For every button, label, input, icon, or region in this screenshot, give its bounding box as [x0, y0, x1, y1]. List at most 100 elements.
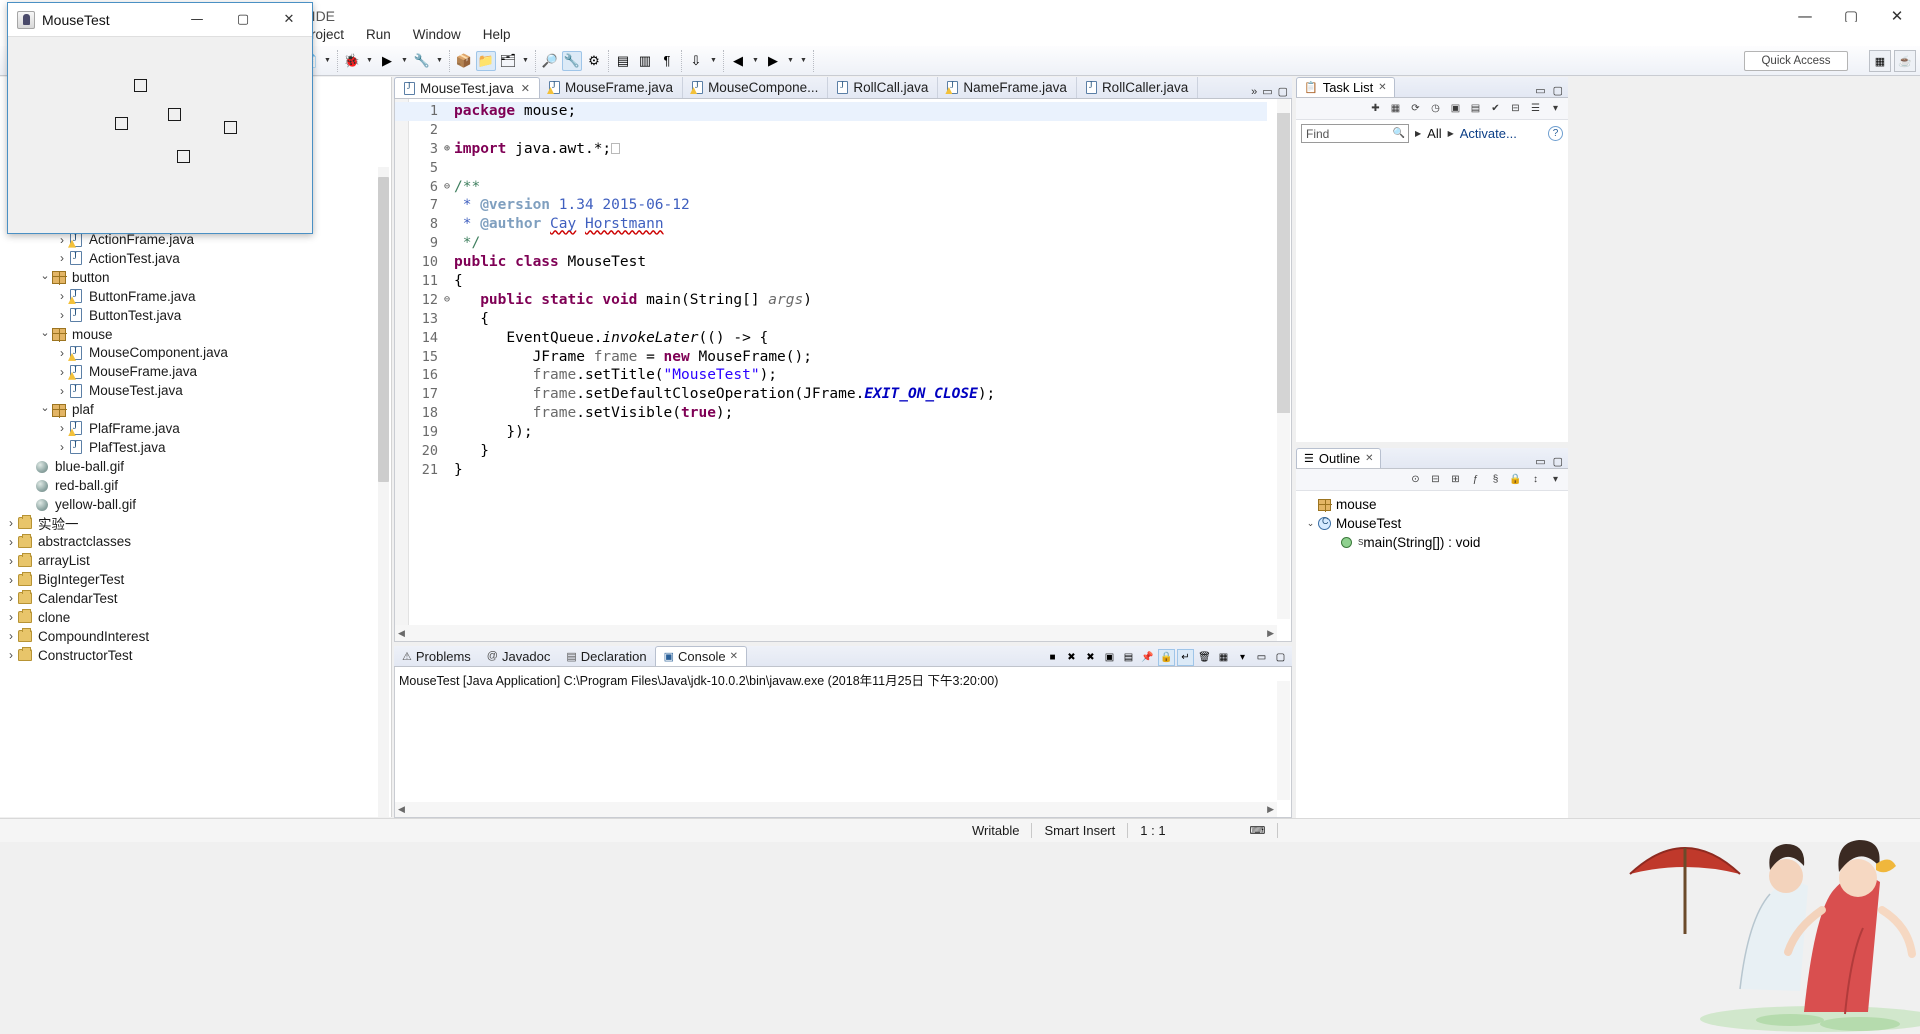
code-line[interactable]: 12 ⊖ public static void main(String[] arg… — [395, 291, 1267, 310]
outline-item[interactable]: Smain(String[]) : void — [1296, 533, 1568, 552]
open-task-icon[interactable]: ⚙ — [584, 51, 604, 71]
chevron-double-right-icon[interactable]: » — [1251, 86, 1257, 98]
chevron-right-icon[interactable] — [4, 573, 18, 587]
filter-complete-icon[interactable]: ✔ — [1487, 100, 1504, 117]
chevron-right-icon[interactable] — [55, 346, 69, 360]
menu-run[interactable]: Run — [355, 25, 402, 44]
code-line[interactable]: 21} — [395, 461, 1267, 480]
chevron-down-icon[interactable]: ▼ — [798, 57, 809, 64]
collapse-all-icon[interactable]: ⊟ — [1427, 471, 1444, 488]
chevron-right-icon[interactable] — [4, 648, 18, 662]
code-fold-toggle-icon[interactable]: ⊖ — [442, 291, 452, 310]
synchronize-icon[interactable]: ⟳ — [1407, 100, 1424, 117]
mouse-square[interactable] — [134, 79, 147, 92]
chevron-right-icon[interactable]: ▶ — [1415, 129, 1421, 138]
chevron-down-icon[interactable]: ▼ — [520, 57, 531, 64]
view-menu-icon[interactable]: ▾ — [1547, 100, 1564, 117]
code-line[interactable]: 19 }); — [395, 423, 1267, 442]
code-line[interactable]: 17 frame.setDefaultCloseOperation(JFrame… — [395, 385, 1267, 404]
console-horizontal-scrollbar[interactable]: ◀ ▶ — [395, 802, 1277, 817]
code-line[interactable]: 18 frame.setVisible(true); — [395, 404, 1267, 423]
display-selected-console-icon[interactable]: ▣ — [1101, 649, 1118, 666]
code-line[interactable]: 5 — [395, 159, 1267, 178]
code-line[interactable]: 9 */ — [395, 234, 1267, 253]
all-filter-label[interactable]: All — [1427, 126, 1441, 141]
previous-annotation-icon[interactable]: ▥ — [635, 51, 655, 71]
run-icon[interactable]: ▶ — [377, 51, 397, 71]
package-explorer-scrollbar[interactable] — [378, 167, 389, 817]
chevron-right-icon[interactable] — [55, 421, 69, 435]
mousetest-application-window[interactable]: MouseTest — ▢ ✕ — [7, 2, 313, 234]
code-line[interactable]: 8 * @author Cay Horstmann — [395, 215, 1267, 234]
chevron-right-icon[interactable] — [55, 233, 69, 247]
mousetest-titlebar[interactable]: MouseTest — ▢ ✕ — [8, 3, 312, 37]
code-text-area[interactable]: 1 package mouse; 2 3 ⊕ import java.awt.*; 5 6 ⊖ /… — [395, 99, 1267, 619]
next-annotation-icon[interactable]: ▤ — [613, 51, 633, 71]
quick-access-input[interactable]: Quick Access — [1744, 51, 1848, 71]
tree-item[interactable]: BigIntegerTest — [0, 570, 391, 589]
presentation-icon[interactable]: ▣ — [1447, 100, 1464, 117]
remove-launch-icon[interactable]: ✖ — [1063, 649, 1080, 666]
chevron-right-icon[interactable] — [55, 384, 69, 398]
scrollbar-thumb[interactable] — [1277, 113, 1290, 413]
external-tools-icon[interactable]: 🔧 — [412, 51, 432, 71]
tab-task-list[interactable]: 📋 Task List ✕ — [1296, 77, 1395, 97]
tree-item[interactable]: MouseComponent.java — [0, 343, 391, 362]
scrollbar-thumb[interactable] — [378, 177, 389, 482]
code-line[interactable]: 10 public class MouseTest — [395, 253, 1267, 272]
focus-on-active-icon[interactable]: ⊙ — [1407, 471, 1424, 488]
new-java-project-icon[interactable]: 📦 — [454, 51, 474, 71]
new-class-icon[interactable]: 🗂 — [498, 51, 518, 71]
tree-item[interactable]: PlafFrame.java — [0, 419, 391, 438]
scroll-left-arrow[interactable]: ◀ — [398, 628, 405, 639]
chevron-down-icon[interactable]: ▼ — [364, 57, 375, 64]
debug-icon[interactable]: 🐞 — [342, 51, 362, 71]
console-tab[interactable]: ⚠ Problems — [394, 646, 479, 666]
console-output-area[interactable]: MouseTest [Java Application] C:\Program … — [394, 667, 1292, 818]
tree-item[interactable]: plaf — [0, 400, 391, 419]
outline-toolbar[interactable]: ⊙ ⊟ ⊞ ƒ § 🔒 ↕ ▾ — [1296, 469, 1568, 491]
chevron-right-icon[interactable] — [4, 516, 18, 530]
tree-item[interactable]: blue-ball.gif — [0, 457, 391, 476]
find-input[interactable]: Find 🔍 — [1301, 124, 1409, 143]
back-icon[interactable]: ◀ — [728, 51, 748, 71]
chevron-down-icon[interactable] — [38, 328, 52, 341]
expand-all-icon[interactable]: ⊞ — [1447, 471, 1464, 488]
chevron-right-icon[interactable] — [4, 610, 18, 624]
editor-tab[interactable]: RollCall.java — [828, 77, 939, 98]
code-editor[interactable]: ⌃ 1package mouse;23⊕import java.awt.*;56… — [394, 99, 1292, 642]
close-icon[interactable]: ✕ — [1378, 82, 1386, 93]
tree-item[interactable]: ConstructorTest — [0, 646, 391, 665]
new-category-icon[interactable]: ▦ — [1387, 100, 1404, 117]
menu-window[interactable]: Window — [402, 25, 472, 44]
tree-item[interactable]: yellow-ball.gif — [0, 495, 391, 514]
mouse-square[interactable] — [115, 117, 128, 130]
view-menu-icon[interactable]: ▾ — [1547, 471, 1564, 488]
code-line[interactable]: 15 JFrame frame = new MouseFrame(); — [395, 348, 1267, 367]
tree-item[interactable]: CalendarTest — [0, 589, 391, 608]
chevron-right-icon[interactable] — [55, 251, 69, 265]
code-line[interactable]: 20 } — [395, 442, 1267, 461]
outline-item[interactable]: mouse — [1296, 495, 1568, 514]
collapse-all-icon[interactable]: ⊟ — [1507, 100, 1524, 117]
tree-item[interactable]: MouseFrame.java — [0, 362, 391, 381]
activate-link[interactable]: Activate... — [1460, 126, 1517, 141]
chevron-right-icon[interactable] — [4, 629, 18, 643]
mouse-square[interactable] — [168, 108, 181, 121]
code-line[interactable]: 16 frame.setTitle("MouseTest"); — [395, 366, 1267, 385]
minimize-icon[interactable]: ▭ — [1253, 649, 1270, 666]
hide-static-icon[interactable]: § — [1487, 471, 1504, 488]
skip-breakpoints-icon[interactable]: ⇩ — [686, 51, 706, 71]
editor-horizontal-scrollbar[interactable]: ◀ ▶ — [395, 625, 1277, 641]
search-icon[interactable]: 🔧 — [562, 50, 582, 71]
tree-item[interactable]: ActionTest.java — [0, 249, 391, 268]
new-console-view-icon[interactable]: ▦ — [1215, 649, 1232, 666]
open-perspective-icon[interactable]: ▦ — [1869, 50, 1891, 72]
forward-icon[interactable]: ▶ — [763, 51, 783, 71]
tree-item[interactable]: PlafTest.java — [0, 438, 391, 457]
code-line[interactable]: 11 { — [395, 272, 1267, 291]
clear-console-icon[interactable]: 🗑 — [1196, 649, 1213, 666]
code-line[interactable]: 1 package mouse; — [395, 102, 1267, 121]
console-menu-icon[interactable]: ▾ — [1234, 649, 1251, 666]
code-fold-toggle-icon[interactable]: ⊖ — [442, 178, 452, 197]
